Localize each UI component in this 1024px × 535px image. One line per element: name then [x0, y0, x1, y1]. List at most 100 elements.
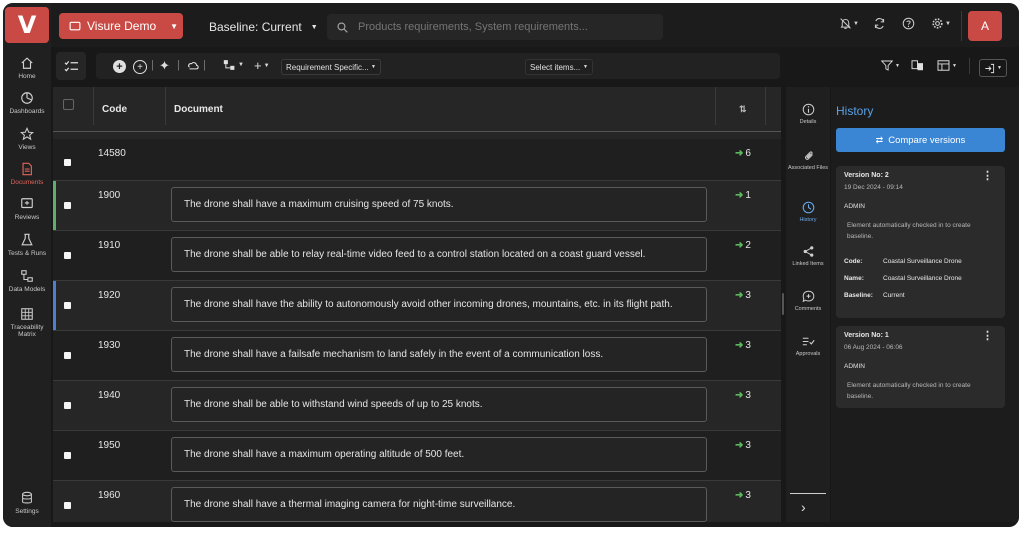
row-links[interactable]: ➜ 1	[735, 190, 751, 201]
row-checkbox[interactable]	[64, 452, 71, 459]
table-row[interactable]: 1950 The drone shall have a maximum oper…	[53, 431, 781, 481]
bell-off-icon	[840, 18, 851, 29]
requirement-text[interactable]: The drone shall have a failsafe mechanis…	[171, 337, 707, 372]
compare-icon: ⇄	[875, 134, 884, 145]
table-row[interactable]: 1910 The drone shall be able to relay re…	[53, 231, 781, 281]
more-options-icon[interactable]: ⋮	[982, 169, 993, 182]
select-mode-button[interactable]	[56, 52, 86, 80]
requirement-text[interactable]: The drone shall be able to relay real-ti…	[171, 237, 707, 272]
row-links[interactable]: ➜ 3	[735, 490, 751, 501]
sparkle-icon: ✦	[159, 58, 170, 73]
link-count: 3	[745, 340, 751, 351]
nav-data-models[interactable]: Data Models	[3, 269, 51, 293]
table-row[interactable]: 1940 The drone shall be able to withstan…	[53, 381, 781, 431]
rail-history[interactable]: History	[786, 201, 830, 223]
help-button[interactable]	[902, 17, 915, 30]
approval-icon	[802, 337, 815, 346]
nav-views[interactable]: Views	[3, 127, 51, 151]
notifications-button[interactable]: ▼	[839, 17, 859, 30]
separator: |	[151, 59, 154, 71]
select-items-value: Select items...	[530, 62, 581, 72]
columns-button[interactable]: ▼	[937, 60, 957, 71]
link-count: 3	[745, 390, 751, 401]
row-checkbox[interactable]	[64, 502, 71, 509]
baseline-selector[interactable]: Baseline: Current ▼	[209, 20, 318, 34]
sync-icon	[874, 18, 885, 29]
history-panel: History ⇄ Compare versions Version No: 2…	[831, 87, 1019, 522]
add-menu-button[interactable]: + ▼	[254, 58, 270, 73]
compare-view-button[interactable]	[911, 60, 924, 71]
select-items-dropdown[interactable]: Select items... ▼	[525, 59, 593, 75]
visure-logo[interactable]: V	[5, 7, 49, 43]
user-avatar[interactable]: A	[968, 11, 1002, 41]
nav-settings[interactable]: Settings	[3, 491, 51, 515]
table-row[interactable]: 1930 The drone shall have a failsafe mec…	[53, 331, 781, 381]
nav-dashboards[interactable]: Dashboards	[3, 91, 51, 115]
rail-details[interactable]: Details	[786, 103, 830, 125]
dashboard-icon	[21, 92, 33, 104]
table-row[interactable]: 1920 The drone shall have the ability to…	[53, 281, 781, 331]
home-icon	[21, 57, 33, 69]
settings-button[interactable]: ▼	[931, 17, 951, 30]
rail-label: Linked Items	[792, 261, 824, 267]
nav-reviews[interactable]: Reviews	[3, 197, 51, 221]
row-checkbox[interactable]	[64, 202, 71, 209]
select-all-checkbox[interactable]	[63, 99, 74, 110]
cloud-button[interactable]	[186, 58, 200, 71]
requirement-text[interactable]: The drone shall have the ability to auto…	[171, 287, 707, 322]
row-links[interactable]: ➜ 3	[735, 340, 751, 351]
more-options-icon[interactable]: ⋮	[982, 329, 993, 342]
version-card[interactable]: Version No: 2 ⋮ 19 Dec 2024 - 09:14 ADMI…	[836, 166, 1005, 318]
nav-home[interactable]: Home	[3, 56, 51, 80]
app-window: V Home Dashboards Views Documents Review…	[3, 3, 1019, 527]
specification-dropdown[interactable]: Requirement Specific... ▼	[281, 59, 381, 75]
search-input[interactable]	[356, 20, 660, 34]
row-links[interactable]: ➜ 2	[735, 240, 751, 251]
sync-button[interactable]	[873, 17, 886, 30]
search-box[interactable]	[327, 14, 663, 40]
detail-rail: Details Associated Files History Linked …	[786, 87, 830, 522]
hierarchy-button[interactable]: ▼	[223, 59, 244, 71]
rail-comments[interactable]: Comments	[786, 290, 830, 312]
nav-label: Tests & Runs	[7, 250, 47, 257]
nav-documents[interactable]: Documents	[3, 162, 51, 186]
row-links[interactable]: ➜ 3	[735, 290, 751, 301]
requirement-text[interactable]: The drone shall have a maximum operating…	[171, 437, 707, 472]
nav-traceability-matrix[interactable]: Traceability Matrix	[3, 307, 51, 338]
requirement-text[interactable]: The drone shall have a maximum cruising …	[171, 187, 707, 222]
table-row[interactable]: 1900 The drone shall have a maximum crui…	[53, 181, 781, 231]
expand-panel-button[interactable]: ›	[801, 499, 806, 515]
rail-associated-files[interactable]: Associated Files	[786, 149, 830, 171]
divider	[969, 58, 970, 74]
requirement-text[interactable]: The drone shall be able to withstand win…	[171, 387, 707, 422]
database-icon	[22, 491, 32, 504]
version-card[interactable]: Version No: 1 ⋮ 06 Aug 2024 - 06:06 ADMI…	[836, 326, 1005, 408]
row-checkbox[interactable]	[64, 352, 71, 359]
rail-label: Associated Files	[787, 165, 829, 171]
filter-button[interactable]: ▼	[881, 60, 900, 71]
row-links[interactable]: ➜ 3	[735, 440, 751, 451]
ai-sparkle-button[interactable]: ✦	[159, 58, 170, 74]
project-selector[interactable]: Visure Demo ▼	[59, 13, 183, 39]
requirements-table: Code Document ⇅ 14580 ➜ 6 1900 The drone …	[53, 87, 781, 522]
row-checkbox[interactable]	[64, 159, 71, 166]
rail-approvals[interactable]: Approvals	[786, 335, 830, 357]
add-item-button[interactable]: +	[113, 60, 126, 73]
nav-tests-runs[interactable]: Tests & Runs	[3, 233, 51, 257]
resize-handle[interactable]	[782, 293, 784, 315]
table-row[interactable]: 14580 ➜ 6	[53, 139, 781, 181]
row-code: 1960	[98, 490, 121, 501]
arrow-right-icon: ➜	[735, 240, 744, 251]
row-checkbox[interactable]	[64, 402, 71, 409]
rail-linked-items[interactable]: Linked Items	[786, 245, 830, 267]
row-checkbox[interactable]	[64, 302, 71, 309]
requirement-text[interactable]: The drone shall have a thermal imaging c…	[171, 487, 707, 522]
add-child-button[interactable]: +	[133, 60, 147, 74]
row-checkbox[interactable]	[64, 252, 71, 259]
table-row[interactable]: 1960 The drone shall have a thermal imag…	[53, 481, 781, 522]
compare-versions-button[interactable]: ⇄ Compare versions	[836, 128, 1005, 152]
row-links[interactable]: ➜ 3	[735, 390, 751, 401]
export-icon	[985, 63, 995, 73]
export-button[interactable]: ▼	[979, 59, 1007, 77]
row-links[interactable]: ➜ 6	[735, 148, 751, 159]
